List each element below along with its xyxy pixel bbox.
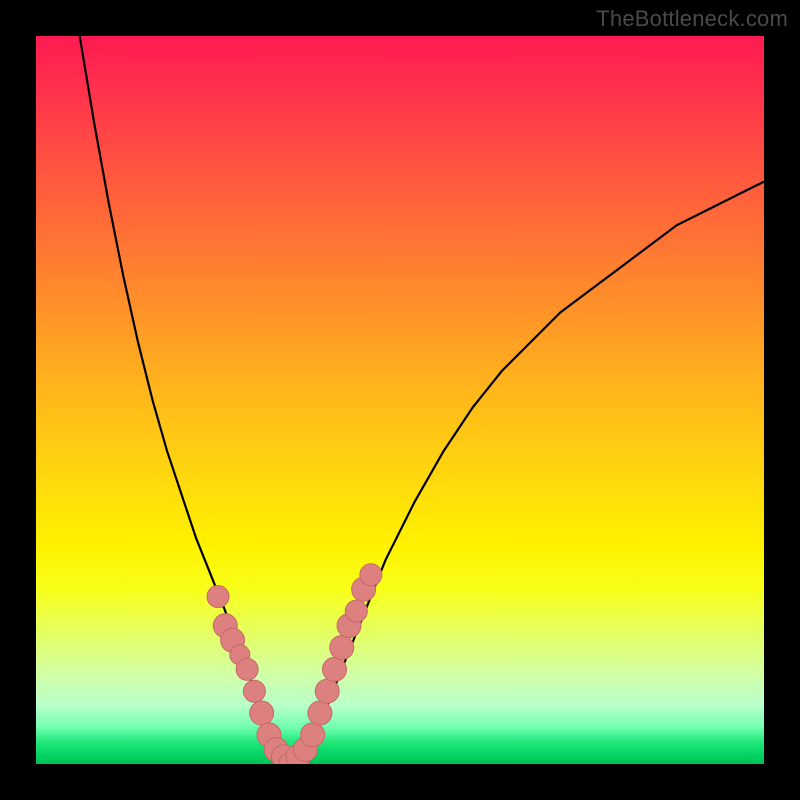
marker-point bbox=[207, 586, 229, 608]
marker-point bbox=[352, 577, 376, 601]
marker-point bbox=[213, 614, 237, 638]
marker-point bbox=[322, 657, 346, 681]
marker-point bbox=[272, 745, 296, 764]
plot-area bbox=[36, 36, 764, 764]
marker-point bbox=[257, 723, 281, 747]
chart-frame: TheBottleneck.com bbox=[0, 0, 800, 800]
marker-point bbox=[315, 679, 339, 703]
marker-point bbox=[264, 737, 288, 761]
marker-point bbox=[243, 680, 265, 702]
marker-point bbox=[250, 701, 274, 725]
marker-point bbox=[330, 636, 354, 660]
marker-point bbox=[360, 564, 382, 586]
marker-point bbox=[308, 701, 332, 725]
marker-point bbox=[337, 614, 361, 638]
marker-point bbox=[230, 645, 250, 665]
highlighted-points bbox=[207, 564, 382, 764]
marker-point bbox=[236, 658, 258, 680]
marker-point bbox=[221, 628, 245, 652]
curve-overlay bbox=[36, 36, 764, 764]
marker-point bbox=[345, 600, 367, 622]
watermark-text: TheBottleneck.com bbox=[596, 6, 788, 32]
marker-point bbox=[286, 745, 310, 764]
marker-point bbox=[301, 723, 325, 747]
bottleneck-curve bbox=[80, 36, 764, 764]
marker-point bbox=[293, 737, 317, 761]
marker-point bbox=[279, 752, 303, 764]
